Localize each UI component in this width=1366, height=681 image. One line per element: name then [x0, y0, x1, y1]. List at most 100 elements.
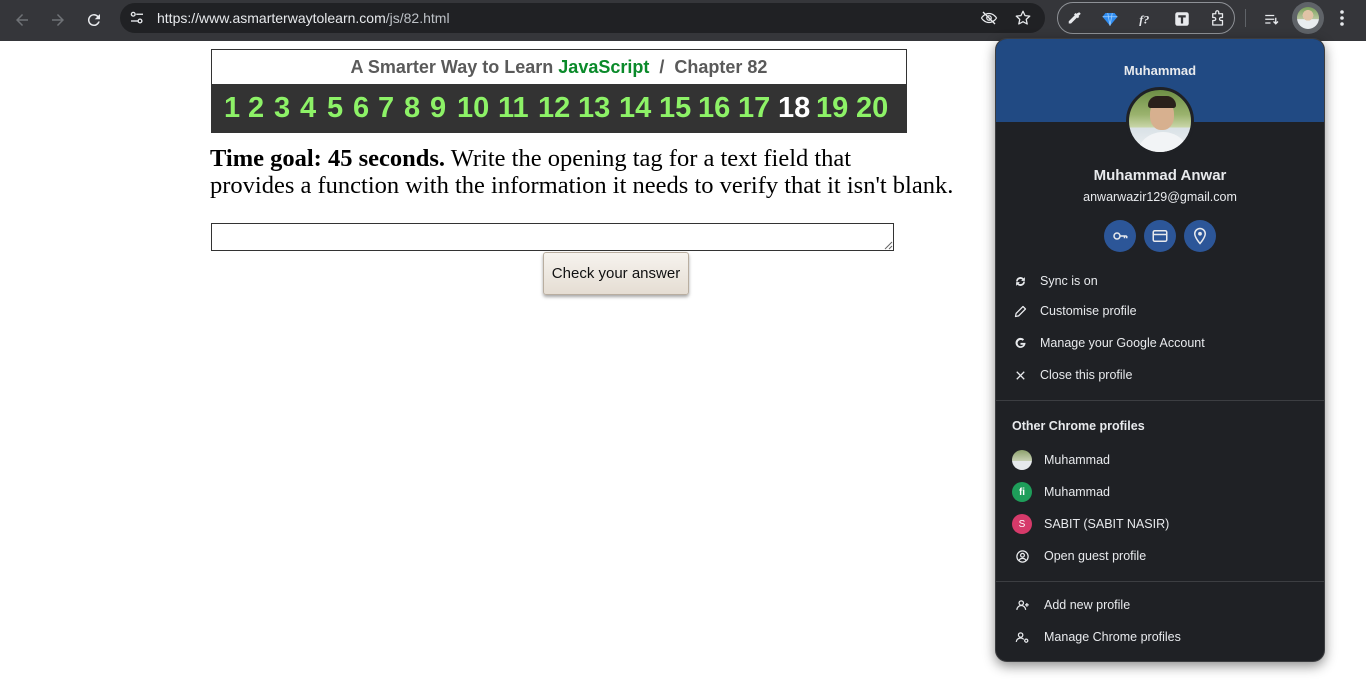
resize-grip-icon[interactable]: [884, 241, 893, 250]
reload-icon: [87, 14, 100, 27]
exercise-link-7[interactable]: 7: [378, 91, 394, 125]
guest-profile-label: Open guest profile: [1044, 549, 1147, 563]
exercise-link-1[interactable]: 1: [224, 91, 240, 125]
menu-divider: [996, 581, 1324, 582]
book-header: A Smarter Way to Learn JavaScript / Chap…: [211, 49, 907, 133]
font-icon: f?: [1139, 13, 1149, 27]
forward-arrow-icon: [52, 14, 64, 26]
exercise-link-20[interactable]: 20: [856, 91, 888, 125]
exercise-link-5[interactable]: 5: [327, 91, 343, 125]
back-arrow-icon: [16, 14, 28, 26]
title-prefix: A Smarter Way to Learn: [350, 57, 554, 77]
reading-list-icon: [1265, 14, 1279, 25]
extensions-group: f?: [1057, 2, 1235, 34]
text-extension[interactable]: [1172, 9, 1192, 29]
credit-card-icon: [1152, 230, 1168, 242]
header-title: A Smarter Way to Learn JavaScript / Chap…: [212, 57, 906, 78]
banner-name: Muhammad: [1123, 63, 1197, 78]
manage-google-account-item[interactable]: Manage your Google Account: [996, 328, 1324, 358]
manage-people-icon: [1015, 631, 1028, 643]
back-button[interactable]: [6, 4, 38, 36]
color-picker-extension[interactable]: [1064, 9, 1084, 29]
time-goal: Time goal: 45 seconds.: [210, 145, 446, 172]
close-profile-item[interactable]: Close this profile: [996, 360, 1324, 390]
other-profile-label: SABIT (SABIT NASIR): [1044, 517, 1170, 531]
add-profile-item[interactable]: Add new profile: [996, 590, 1324, 620]
question-line-2: provides a function with the information…: [210, 172, 954, 199]
sync-icon: [1015, 276, 1025, 286]
url-host: https://www.asmarterwaytolearn.com: [157, 10, 386, 26]
profile-button[interactable]: [1292, 2, 1324, 34]
exercise-link-12[interactable]: 12: [538, 91, 570, 125]
exercise-link-8[interactable]: 8: [404, 91, 420, 125]
payment-methods-button[interactable]: [1144, 220, 1176, 252]
profile-avatar: [1297, 7, 1319, 29]
profile-full-name: Muhammad Anwar: [1093, 167, 1227, 184]
manage-profiles-item[interactable]: Manage Chrome profiles: [996, 622, 1324, 652]
color-picker-icon: [1068, 12, 1081, 24]
manage-google-account-label: Manage your Google Account: [1040, 336, 1205, 350]
exercise-link-2[interactable]: 2: [248, 91, 264, 125]
extensions-button[interactable]: [1208, 9, 1228, 29]
close-icon: [1015, 370, 1025, 380]
title-separator: /: [659, 57, 665, 77]
exercise-link-13[interactable]: 13: [578, 91, 610, 125]
reload-button[interactable]: [78, 4, 110, 36]
google-g-icon: [1015, 337, 1025, 348]
customise-profile-item[interactable]: Customise profile: [996, 296, 1324, 326]
site-info-icon[interactable]: [128, 9, 146, 27]
answer-textarea[interactable]: [211, 223, 894, 251]
photo-avatar: [1012, 450, 1032, 470]
exercise-nav: 1 2 3 4 5 6 7 8 9 10 11 12 13 14 15 16 1…: [212, 84, 906, 133]
add-person-icon: [1015, 599, 1029, 610]
other-profile-item[interactable]: S SABIT (SABIT NASIR): [996, 509, 1324, 539]
kebab-menu-icon[interactable]: [1332, 6, 1352, 30]
other-profile-label: Muhammad: [1044, 485, 1110, 499]
guest-icon: [1015, 549, 1029, 563]
exercise-link-3[interactable]: 3: [274, 91, 290, 125]
fi-avatar: fi: [1012, 482, 1032, 502]
close-profile-label: Close this profile: [1040, 368, 1133, 382]
exercise-link-11[interactable]: 11: [498, 91, 529, 125]
gem-extension[interactable]: [1100, 9, 1120, 29]
exercise-link-17[interactable]: 17: [738, 91, 770, 125]
exercise-link-16[interactable]: 16: [698, 91, 730, 125]
letter-avatar: S: [1012, 514, 1032, 534]
exercise-link-10[interactable]: 10: [457, 91, 489, 125]
exercise-link-6[interactable]: 6: [353, 91, 369, 125]
exercise-question: Time goal: 45 seconds. Write the opening…: [210, 145, 1000, 199]
exercise-current-18: 18: [778, 92, 811, 124]
url-text[interactable]: https://www.asmarterwaytolearn.com/js/82…: [157, 10, 450, 26]
other-profile-item[interactable]: Muhammad: [996, 445, 1324, 475]
font-extension[interactable]: f?: [1136, 9, 1156, 29]
sync-status-item[interactable]: Sync is on: [996, 266, 1324, 296]
other-profile-item[interactable]: fi Muhammad: [996, 477, 1324, 507]
text-t-icon: [1175, 12, 1189, 26]
svg-text:f?: f?: [1139, 13, 1149, 27]
question-line-1: Write the opening tag for a text field t…: [450, 145, 852, 172]
menu-divider: [996, 400, 1324, 401]
eye-off-icon[interactable]: [980, 9, 998, 27]
exercise-link-19[interactable]: 19: [816, 91, 848, 125]
title-chapter: Chapter 82: [674, 57, 768, 77]
exercise-link-14[interactable]: 14: [619, 91, 651, 125]
exercise-link-9[interactable]: 9: [430, 91, 446, 125]
addresses-button[interactable]: [1184, 220, 1216, 252]
reading-list-button[interactable]: [1256, 4, 1288, 36]
manage-profiles-label: Manage Chrome profiles: [1044, 630, 1181, 644]
bookmark-star-icon[interactable]: [1014, 9, 1032, 27]
exercise-link-15[interactable]: 15: [659, 91, 691, 125]
passwords-button[interactable]: [1104, 220, 1136, 252]
url-path: /js/82.html: [385, 10, 450, 26]
check-answer-button[interactable]: Check your answer: [543, 252, 689, 295]
key-icon: [1113, 232, 1128, 240]
guest-profile-item[interactable]: Open guest profile: [996, 541, 1324, 571]
address-bar[interactable]: https://www.asmarterwaytolearn.com/js/82…: [120, 3, 1045, 33]
gem-icon: [1102, 12, 1118, 26]
exercise-link-4[interactable]: 4: [300, 91, 316, 125]
forward-button[interactable]: [42, 4, 74, 36]
title-brand-link[interactable]: JavaScript: [558, 57, 649, 77]
browser-toolbar: https://www.asmarterwaytolearn.com/js/82…: [0, 0, 1366, 41]
location-pin-icon: [1193, 227, 1207, 245]
profile-photo: [1126, 87, 1194, 155]
